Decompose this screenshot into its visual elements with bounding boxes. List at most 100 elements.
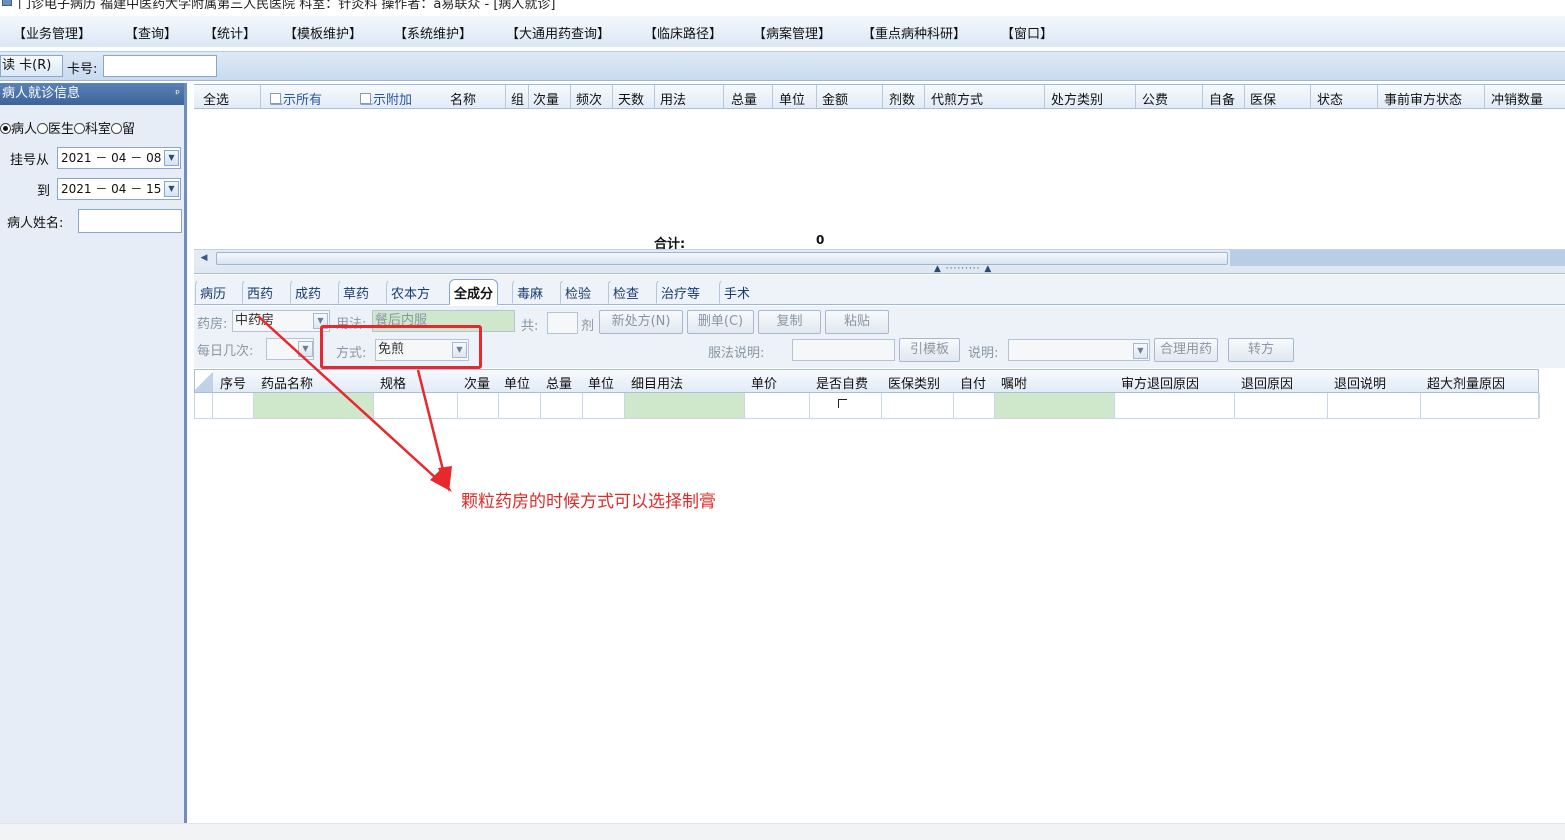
register-to-date[interactable]: 2021 － 04 － 15 ▼ bbox=[57, 178, 181, 200]
cell-copay[interactable] bbox=[954, 393, 995, 418]
total-doses-label: 共: bbox=[521, 319, 539, 334]
menu-statistics[interactable]: 【统计】 bbox=[204, 23, 256, 42]
patient-name-input[interactable] bbox=[78, 209, 182, 233]
column-header: 公费 bbox=[1142, 93, 1169, 108]
column-header: 天数 bbox=[618, 93, 645, 108]
pin-icon[interactable]: ᵖ bbox=[175, 83, 180, 105]
horizontal-scrollbar[interactable]: ◀ bbox=[194, 249, 1565, 267]
cell-dose[interactable] bbox=[458, 393, 499, 418]
tab-surgery[interactable]: 手术 bbox=[719, 279, 755, 304]
panel-splitter[interactable]: ▲ ········· ▲ bbox=[194, 264, 1565, 274]
tab-patent-medicine[interactable]: 成药 bbox=[290, 279, 326, 304]
radio-doctor-label: 医生 bbox=[48, 122, 75, 137]
column-header: 次量 bbox=[464, 377, 491, 392]
column-header: 状态 bbox=[1317, 93, 1344, 108]
column-header: 次量 bbox=[533, 93, 560, 108]
note-select[interactable] bbox=[1008, 339, 1150, 361]
column-header: 金额 bbox=[822, 93, 849, 108]
total-doses-input[interactable] bbox=[547, 312, 578, 334]
menu-business[interactable]: 【业务管理】 bbox=[13, 23, 91, 42]
splitter-grip-icon[interactable]: ▲ ········· ▲ bbox=[934, 264, 992, 274]
paste-button[interactable]: 粘贴 bbox=[825, 310, 889, 334]
menu-clinical-path[interactable]: 【临床路径】 bbox=[644, 23, 722, 42]
cell-insurance-type[interactable] bbox=[882, 393, 954, 418]
menu-case-management[interactable]: 【病案管理】 bbox=[753, 23, 831, 42]
tab-examination[interactable]: 检查 bbox=[608, 279, 644, 304]
cell-total-unit[interactable] bbox=[583, 393, 625, 418]
cell-drug-name[interactable] bbox=[254, 393, 374, 418]
cell-return-reason[interactable] bbox=[1235, 393, 1328, 418]
new-prescription-button[interactable]: 新处方(N) bbox=[599, 310, 683, 334]
chevron-down-icon[interactable]: ▼ bbox=[164, 150, 179, 166]
cell-instruction[interactable] bbox=[995, 393, 1115, 418]
radio-department[interactable] bbox=[74, 123, 86, 134]
total-value: 0 bbox=[816, 233, 825, 247]
row-selector[interactable] bbox=[195, 393, 213, 418]
self-pay-checkbox[interactable] bbox=[838, 399, 847, 408]
column-header: 自付 bbox=[960, 377, 987, 392]
column-header: 单位 bbox=[504, 377, 531, 392]
menu-window[interactable]: 【窗口】 bbox=[1001, 23, 1053, 42]
column-header: 单价 bbox=[751, 377, 778, 392]
tab-narcotics[interactable]: 毒麻 bbox=[512, 279, 548, 304]
tab-medical-record[interactable]: 病历 bbox=[195, 279, 231, 304]
tab-herbal-medicine[interactable]: 草药 bbox=[338, 279, 374, 304]
register-from-date[interactable]: 2021 － 04 － 08 ▼ bbox=[57, 147, 181, 169]
patient-visit-panel: 病人就诊信息 ᵖ 病人 医生 科室留 挂号从 2021 － 04 － 08 ▼ 到 … bbox=[0, 83, 187, 823]
column-header: 单位 bbox=[779, 93, 806, 108]
annotation-highlight-box bbox=[320, 325, 482, 369]
window-title: 门诊电子病历 福建中医药大学附属第三人民医院 科室：针灸科 操作者：a易联众 -… bbox=[18, 0, 556, 12]
transfer-prescription-button[interactable]: 转方 bbox=[1228, 338, 1294, 362]
apply-template-button[interactable]: 引模板 bbox=[899, 338, 960, 362]
radio-patient[interactable] bbox=[0, 123, 11, 134]
cell-spec[interactable] bbox=[374, 393, 458, 418]
menu-drug-query[interactable]: 【大通用药查询】 bbox=[506, 23, 610, 42]
radio-observation[interactable] bbox=[111, 123, 123, 134]
menu-template-maintenance[interactable]: 【模板维护】 bbox=[284, 23, 362, 42]
cell-unit[interactable] bbox=[499, 393, 541, 418]
tab-lab-test[interactable]: 检验 bbox=[560, 279, 596, 304]
scrollbar-track[interactable] bbox=[1230, 250, 1565, 267]
chevron-down-icon[interactable]: ▼ bbox=[164, 181, 179, 197]
tab-western-medicine[interactable]: 西药 bbox=[242, 279, 278, 304]
cell-audit-return-reason[interactable] bbox=[1115, 393, 1235, 418]
tab-treatment[interactable]: 治疗等 bbox=[656, 279, 705, 304]
checkbox-icon[interactable] bbox=[270, 93, 281, 104]
arrow-left-icon[interactable]: ◀ bbox=[196, 252, 212, 265]
panel-title: 病人就诊信息 bbox=[2, 86, 81, 101]
read-card-button[interactable]: 读 卡(R) bbox=[0, 55, 63, 77]
menu-query[interactable]: 【查询】 bbox=[125, 23, 177, 42]
column-header: 退回原因 bbox=[1241, 377, 1294, 392]
scrollbar-thumb[interactable] bbox=[216, 252, 1228, 265]
show-extra-checkbox[interactable]: 显示附加 bbox=[360, 89, 412, 108]
cell-total[interactable] bbox=[541, 393, 583, 418]
column-header: 频次 bbox=[576, 93, 603, 108]
menu-key-disease-research[interactable]: 【重点病种科研】 bbox=[862, 23, 966, 42]
register-to-label: 到 bbox=[37, 184, 51, 199]
column-header: 细目用法 bbox=[631, 377, 684, 392]
cell-usage[interactable] bbox=[625, 393, 745, 418]
cell-seq[interactable] bbox=[213, 393, 254, 418]
dosage-note-input[interactable] bbox=[792, 339, 895, 361]
tab-full-ingredients[interactable]: 全成分 bbox=[449, 279, 499, 305]
card-number-input[interactable] bbox=[103, 55, 217, 77]
tab-basic-formula[interactable]: 农本方 bbox=[386, 279, 435, 304]
checkbox-icon[interactable] bbox=[360, 93, 371, 104]
copy-button[interactable]: 复制 bbox=[758, 310, 821, 334]
cell-return-note[interactable] bbox=[1328, 393, 1421, 418]
select-all-header[interactable]: 全选 bbox=[203, 89, 229, 108]
delete-prescription-button[interactable]: 删单(C) bbox=[687, 310, 754, 334]
chevron-down-icon[interactable]: ▼ bbox=[1133, 343, 1148, 359]
cell-price[interactable] bbox=[745, 393, 810, 418]
column-header: 审方退回原因 bbox=[1121, 377, 1200, 392]
rational-medication-button[interactable]: 合理用药 bbox=[1154, 338, 1218, 362]
radio-doctor[interactable] bbox=[37, 123, 49, 134]
register-from-value: 2021 － 04 － 08 bbox=[61, 151, 162, 165]
menu-system-maintenance[interactable]: 【系统维护】 bbox=[394, 23, 472, 42]
note-label: 说明: bbox=[968, 346, 999, 361]
chevron-down-icon[interactable]: ▼ bbox=[298, 341, 313, 357]
table-row[interactable] bbox=[194, 393, 1540, 419]
prescription-grid: 全选 显示所有 显示附加 名称 组 次量 频次 天数 用法 总量 单位 金额 剂… bbox=[194, 84, 1565, 267]
show-all-checkbox[interactable]: 显示所有 bbox=[270, 89, 322, 108]
cell-overdose-reason[interactable] bbox=[1421, 393, 1540, 418]
